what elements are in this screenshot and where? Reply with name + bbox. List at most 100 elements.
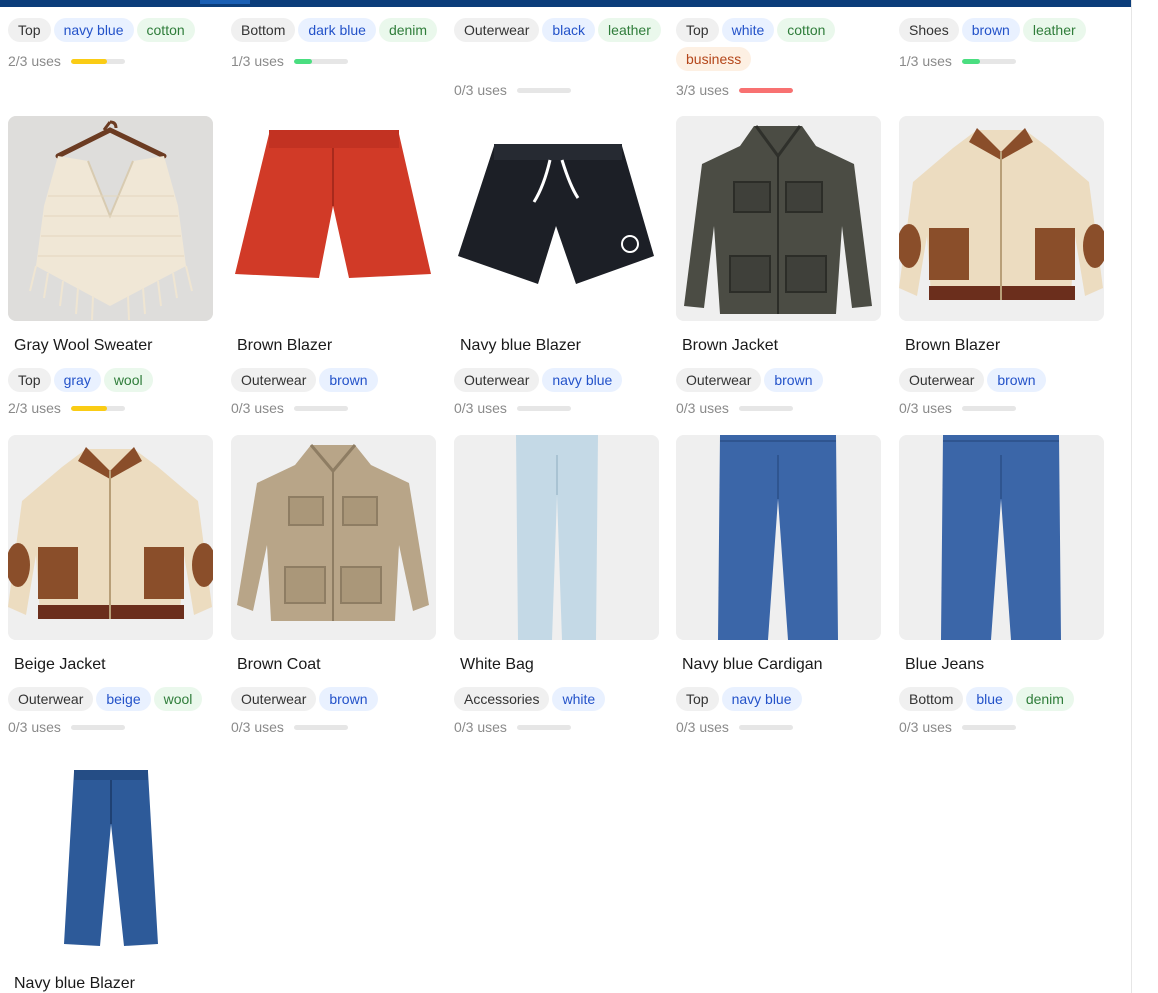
tag-cat[interactable]: Outerwear [454, 18, 540, 42]
usage-bar [70, 405, 125, 411]
usage-bar [293, 405, 348, 411]
item-name: Navy blue Blazer [460, 337, 581, 354]
usage-indicator: 0/3 uses [231, 399, 348, 416]
tag-list: Top gray wool [8, 368, 223, 397]
tag-list: Top navy blue [676, 687, 891, 716]
tag-cat[interactable]: Top [676, 687, 719, 711]
tag-cat[interactable]: Outerwear [899, 368, 985, 392]
usage-label: 1/3 uses [899, 53, 952, 70]
tag-color[interactable]: navy blue [721, 687, 802, 711]
item-name: Brown Jacket [682, 337, 779, 354]
tag-color[interactable]: white [721, 18, 775, 42]
red-shorts-image[interactable] [231, 116, 436, 321]
usage-label: 1/3 uses [231, 53, 284, 70]
cream-knit-poncho-image[interactable] [8, 116, 213, 321]
tag-mat[interactable]: leather [598, 18, 661, 42]
tag-cat[interactable]: Outerwear [454, 368, 540, 392]
item-name: Blue Jeans [905, 656, 985, 673]
item-name: Navy blue Blazer [14, 975, 135, 992]
tag-cat[interactable]: Top [676, 18, 719, 42]
tag-color[interactable]: navy blue [542, 368, 623, 392]
tag-mat[interactable]: leather [1022, 18, 1086, 42]
usage-indicator: 0/3 uses [899, 399, 1016, 417]
usage-bar [961, 58, 1016, 64]
usage-bar [961, 724, 1016, 730]
tag-occ[interactable]: business [676, 47, 752, 71]
usage-label: 2/3 uses [8, 400, 61, 417]
tag-color[interactable]: beige [96, 687, 151, 711]
tag-color[interactable]: brown [319, 687, 378, 711]
tag-cat[interactable]: Accessories [454, 687, 550, 711]
usage-indicator: 0/3 uses [454, 81, 571, 98]
tag-cat[interactable]: Outerwear [676, 368, 762, 392]
tag-list: Outerwear brown [231, 687, 446, 716]
item-name: Beige Jacket [14, 656, 106, 673]
tweed-field-jacket-image[interactable] [676, 116, 881, 321]
tag-color[interactable]: white [552, 687, 606, 711]
tag-mat[interactable]: cotton [777, 18, 836, 42]
usage-bar [70, 58, 125, 64]
usage-bar [516, 724, 571, 730]
usage-bar-fill [961, 58, 980, 64]
tag-color[interactable]: brown [319, 368, 378, 392]
usage-bar [293, 58, 348, 64]
light-blue-jeans-image[interactable] [454, 435, 659, 640]
item-name: Navy blue Cardigan [682, 656, 823, 673]
tag-color[interactable]: gray [53, 368, 101, 392]
tag-list: Outerwear brown [676, 368, 891, 397]
usage-bar [70, 724, 125, 730]
tag-color[interactable]: brown [987, 368, 1046, 392]
tag-cat[interactable]: Top [8, 18, 51, 42]
usage-indicator: 0/3 uses [8, 718, 125, 735]
usage-label: 0/3 uses [676, 719, 729, 736]
blue-jeans-image[interactable] [676, 435, 881, 640]
usage-label: 0/3 uses [899, 400, 952, 417]
usage-indicator: 0/3 uses [899, 718, 1016, 735]
usage-label: 2/3 uses [8, 53, 61, 70]
tag-color[interactable]: navy blue [53, 18, 134, 42]
tag-list: Shoes brown leather [899, 18, 1114, 47]
usage-indicator: 0/3 uses [676, 718, 793, 736]
scrollbar-top [1132, 0, 1158, 7]
usage-bar [738, 87, 793, 93]
tag-list: Accessories white [454, 687, 669, 716]
tag-color[interactable]: brown [764, 368, 823, 392]
tag-color[interactable]: black [542, 18, 596, 42]
tag-mat[interactable]: denim [1015, 687, 1074, 711]
tag-list: Outerwear black leather [454, 18, 669, 47]
usage-indicator: 1/3 uses [231, 52, 348, 70]
usage-indicator: 0/3 uses [454, 399, 571, 417]
tag-cat[interactable]: Bottom [231, 18, 296, 42]
usage-indicator: 2/3 uses [8, 399, 125, 417]
tag-color[interactable]: brown [961, 18, 1020, 42]
tag-cat[interactable]: Outerwear [231, 368, 317, 392]
dark-jeans-image[interactable] [8, 754, 213, 959]
usage-label: 3/3 uses [676, 82, 729, 99]
tag-cat[interactable]: Top [8, 368, 51, 392]
tag-cat[interactable]: Bottom [899, 687, 964, 711]
tag-cat[interactable]: Outerwear [8, 687, 94, 711]
tag-list: Top navy blue cotton [8, 18, 223, 47]
tag-mat[interactable]: wool [103, 368, 153, 392]
tag-mat[interactable]: denim [378, 18, 438, 42]
usage-bar [516, 405, 571, 411]
tag-list: Outerwear navy blue [454, 368, 669, 397]
beige-suede-bomber-image[interactable] [899, 116, 1104, 321]
khaki-field-jacket-image[interactable] [231, 435, 436, 640]
tag-color[interactable]: dark blue [298, 18, 376, 42]
tag-list: Outerwear brown [231, 368, 446, 397]
tag-mat[interactable]: cotton [136, 18, 195, 42]
scrollbar[interactable] [1131, 0, 1158, 993]
blue-jeans-image[interactable] [899, 435, 1104, 640]
tag-mat[interactable]: wool [153, 687, 203, 711]
tag-color[interactable]: blue [966, 687, 1013, 711]
usage-label: 0/3 uses [454, 400, 507, 417]
black-shorts-image[interactable] [454, 116, 659, 321]
tag-cat[interactable]: Outerwear [231, 687, 317, 711]
tag-cat[interactable]: Shoes [899, 18, 959, 42]
beige-suede-bomber-image[interactable] [8, 435, 213, 640]
usage-indicator: 3/3 uses [676, 81, 793, 99]
usage-bar-fill [70, 58, 107, 64]
usage-indicator: 1/3 uses [899, 52, 1016, 70]
usage-bar [961, 405, 1016, 411]
